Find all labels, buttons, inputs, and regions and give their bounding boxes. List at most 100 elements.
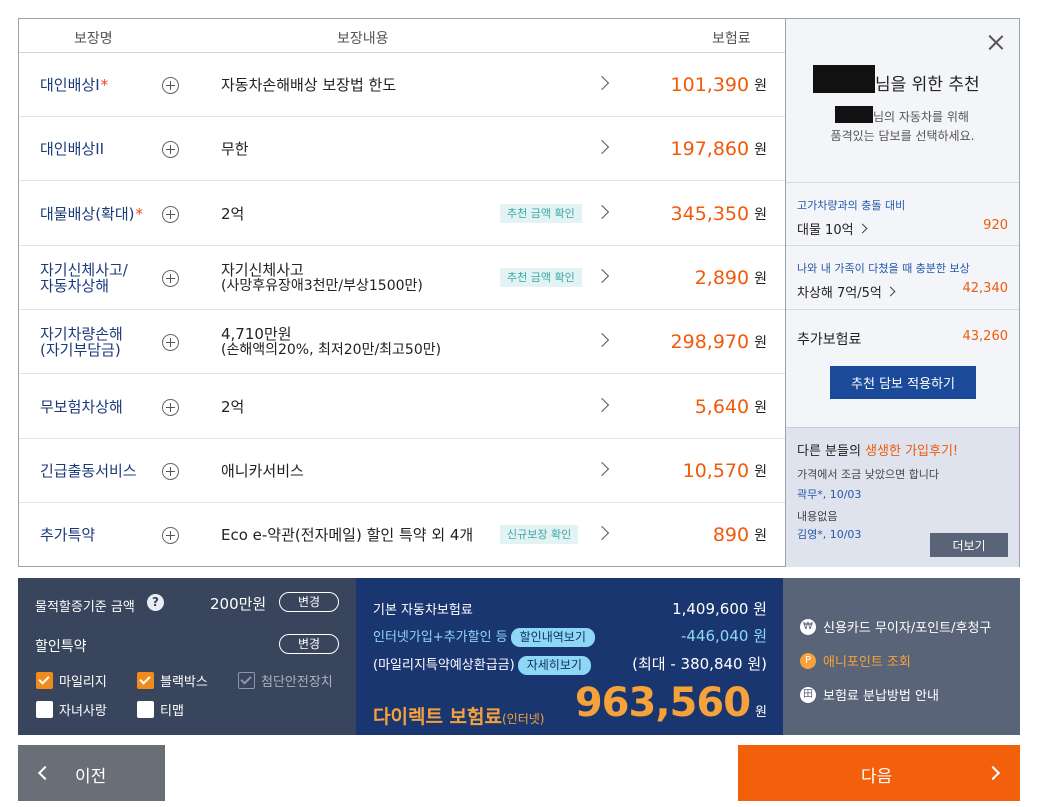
coverage-name[interactable]: 자기차량손해 (자기부담금) (40, 310, 124, 374)
reco-link-property[interactable]: 대물 10억 (797, 219, 868, 238)
coverage-name-text: 자기신체사고/ 자동차상해 (40, 260, 128, 295)
coverage-content: 자동차손해배상 보장법 한도 (221, 53, 396, 117)
refund-value: (최대 - 380,840 원) (632, 655, 767, 673)
premium-value: 2,890 원 (695, 246, 767, 310)
checkbox-label: 블랙박스 (160, 675, 208, 690)
discount-label: 할인특약 (35, 639, 87, 655)
recommend-tag[interactable]: 추천 금액 확인 (500, 203, 582, 223)
plus-circle-icon[interactable] (162, 77, 179, 94)
change-discount-button[interactable]: 변경 (279, 634, 339, 654)
premium-amount: 10,570 (682, 459, 750, 482)
anypoint-option[interactable]: P 애니포인트 조회 (800, 651, 911, 670)
more-reviews-button[interactable]: 더보기 (930, 533, 1008, 557)
premium-unit: 원 (754, 528, 767, 545)
reco-label: 차상해 7억/5억 (797, 286, 882, 301)
table-row[interactable]: 추가특약 Eco e-약관(전자메일) 할인 특약 외 4개 신규보장 확인 890 원 (19, 503, 785, 567)
plus-circle-icon[interactable] (162, 269, 179, 287)
table-row[interactable]: 대인배상I * 자동차손해배상 보장법 한도 101,390 원 (19, 53, 785, 117)
checkbox-mileage[interactable]: 마일리지 (36, 671, 107, 690)
premium-amount: 890 (712, 524, 750, 547)
recommend-tag[interactable]: 추천 금액 확인 (500, 267, 582, 287)
prev-button[interactable]: 이전 (18, 745, 165, 801)
coverage-name-text: 대물배상(확대) (40, 204, 135, 223)
change-base-button[interactable]: 변경 (279, 592, 339, 612)
discount-row: 인터넷가입+추가할인 등 할인내역보기 (373, 626, 595, 647)
reco-link-injury[interactable]: 차상해 7억/5억 (797, 282, 896, 301)
plus-circle-icon[interactable] (162, 398, 179, 416)
table-row[interactable]: 자기신체사고/ 자동차상해 자기신체사고 (사망후유장애3천만/부상1500만) 추천… (19, 246, 785, 310)
close-icon[interactable] (988, 34, 1004, 50)
discount-value: -446,040 원 (680, 627, 767, 645)
plus-circle-icon[interactable] (162, 205, 179, 223)
coverage-name[interactable]: 긴급출동서비스 (40, 439, 138, 503)
reco-value: 42,340 (962, 281, 1009, 296)
direct-value-unit: 원 (755, 705, 767, 720)
coverage-content: Eco e-약관(전자메일) 할인 특약 외 4개 (221, 503, 473, 567)
direct-value-number: 963,560 (574, 680, 751, 726)
chevron-right-icon[interactable] (594, 204, 610, 219)
plus-circle-icon[interactable] (162, 462, 179, 480)
review-author: 김영*, 10/03 (797, 528, 862, 541)
review-author: 곽무*, 10/03 (797, 488, 862, 501)
recommend-tag[interactable]: 신규보장 확인 (500, 525, 579, 545)
next-button[interactable]: 다음 (738, 745, 1020, 801)
chevron-right-icon[interactable] (594, 268, 610, 283)
option-label: 보험료 분납방법 안내 (823, 689, 939, 704)
chevron-right-icon[interactable] (594, 140, 610, 155)
premium-value: 298,970 원 (671, 310, 767, 374)
table-row[interactable]: 대물배상(확대) * 2억 추천 금액 확인 345,350 원 (19, 182, 785, 246)
discount-detail-button[interactable]: 할인내역보기 (510, 628, 595, 647)
chevron-right-icon (857, 223, 868, 234)
coverage-desc: 무한 (221, 140, 249, 159)
coverage-name[interactable]: 대인배상I * (40, 53, 108, 117)
premium-value: 101,390 원 (671, 53, 767, 117)
reco-item-injury: 나와 내 가족이 다쳤을 때 충분한 보상 차상해 7억/5억 42,340 (786, 245, 1019, 309)
installment-option[interactable]: 田 보험료 분납방법 안내 (800, 685, 939, 704)
chevron-right-icon[interactable] (594, 75, 610, 91)
chevron-right-icon[interactable] (594, 333, 610, 348)
checkbox-blackbox[interactable]: 블랙박스 (137, 671, 208, 690)
premium-value: 890 원 (713, 503, 767, 567)
reco-caption: 고가차량과의 충돌 대비 (797, 199, 906, 212)
coverage-name-text: 무보험차상해 (40, 397, 123, 416)
table-row[interactable]: 대인배상II 무한 197,860 원 (19, 117, 785, 182)
coverage-content: 무한 (221, 117, 249, 181)
apply-reco-button[interactable]: 추천 담보 적용하기 (830, 366, 976, 399)
review-text: 가격에서 조금 낮았으면 합니다 (797, 468, 940, 481)
chevron-right-icon[interactable] (594, 397, 610, 412)
table-row[interactable]: 무보험차상해 2억 5,640 원 (19, 375, 785, 439)
reco-label: 대물 10억 (797, 223, 854, 238)
premium-summary: 기본 자동차보험료 1,409,600 원 인터넷가입+추가할인 등 할인내역보기… (356, 578, 783, 735)
checkbox-label: 티맵 (160, 704, 184, 719)
premium-amount: 197,860 (670, 138, 750, 161)
coverage-name[interactable]: 대인배상II (40, 117, 105, 181)
plus-circle-icon[interactable] (162, 334, 179, 352)
plus-circle-icon[interactable] (162, 527, 179, 545)
reco-line1: 님의 자동차를 위해 (873, 110, 969, 124)
checkbox-child[interactable]: 자녀사랑 (36, 700, 107, 719)
won-icon: ₩ (800, 618, 816, 635)
refund-detail-button[interactable]: 자세히보기 (517, 656, 591, 675)
header-premium: 보험료 (712, 31, 751, 47)
help-icon[interactable]: ? (147, 594, 164, 611)
coverage-desc-sub: (사망후유장애3천만/부상1500만) (221, 277, 423, 294)
premium-unit: 원 (754, 142, 767, 159)
credit-card-option[interactable]: ₩ 신용카드 무이자/포인트/후청구 (800, 617, 991, 636)
base-premium-label: 기본 자동차보험료 (373, 603, 473, 618)
chevron-right-icon[interactable] (594, 461, 610, 476)
plus-circle-icon[interactable] (162, 141, 179, 159)
chevron-right-icon[interactable] (594, 526, 610, 541)
checkbox-tmap[interactable]: 티맵 (137, 700, 184, 719)
chevron-left-icon (37, 765, 53, 781)
table-row[interactable]: 자기차량손해 (자기부담금) 4,710만원 (손해액의20%, 최저20만/최고5… (19, 310, 785, 375)
premium-unit: 원 (754, 270, 767, 287)
coverage-desc: 자동차손해배상 보장법 한도 (221, 76, 397, 94)
coverage-name-text: 대인배상II (40, 140, 105, 159)
required-mark: * (100, 76, 109, 94)
chevron-right-icon (885, 286, 896, 297)
coverage-name[interactable]: 대물배상(확대) * (40, 182, 143, 246)
coverage-name[interactable]: 추가특약 (40, 503, 96, 567)
coverage-name[interactable]: 자기신체사고/ 자동차상해 (40, 246, 129, 310)
coverage-name[interactable]: 무보험차상해 (40, 375, 124, 439)
table-row[interactable]: 긴급출동서비스 애니카서비스 10,570 원 (19, 439, 785, 503)
